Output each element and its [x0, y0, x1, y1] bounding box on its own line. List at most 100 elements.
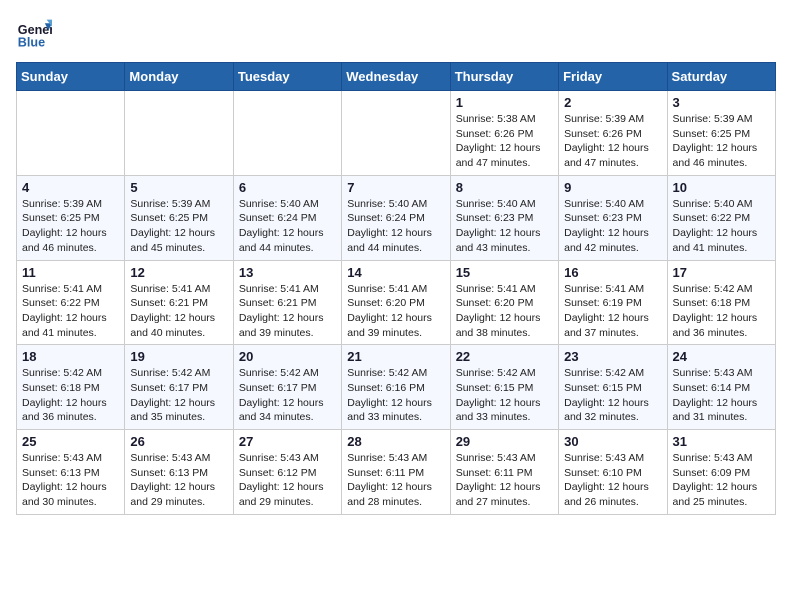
weekday-header-cell: Saturday	[667, 63, 775, 91]
calendar-cell: 9Sunrise: 5:40 AM Sunset: 6:23 PM Daylig…	[559, 175, 667, 260]
day-number: 21	[347, 349, 444, 364]
day-info: Sunrise: 5:42 AM Sunset: 6:15 PM Dayligh…	[456, 366, 553, 425]
day-number: 27	[239, 434, 336, 449]
calendar-cell: 18Sunrise: 5:42 AM Sunset: 6:18 PM Dayli…	[17, 345, 125, 430]
day-number: 31	[673, 434, 770, 449]
day-info: Sunrise: 5:40 AM Sunset: 6:24 PM Dayligh…	[239, 197, 336, 256]
calendar-cell: 5Sunrise: 5:39 AM Sunset: 6:25 PM Daylig…	[125, 175, 233, 260]
calendar-cell: 1 Sunrise: 5:38 AM Sunset: 6:26 PM Daylig…	[450, 91, 558, 176]
weekday-header-cell: Monday	[125, 63, 233, 91]
calendar-cell: 12 Sunrise: 5:41 AM Sunset: 6:21 PM Dayli…	[125, 260, 233, 345]
weekday-header-cell: Wednesday	[342, 63, 450, 91]
day-number: 6	[239, 180, 336, 195]
logo-icon: General Blue	[16, 16, 52, 52]
calendar-cell: 27 Sunrise: 5:43 AM Sunset: 6:12 PM Dayli…	[233, 430, 341, 515]
day-number: 13	[239, 265, 336, 280]
day-info: Sunrise: 5:42 AM Sunset: 6:17 PM Dayligh…	[239, 366, 336, 425]
day-number: 19	[130, 349, 227, 364]
day-info: Sunrise: 5:42 AM Sunset: 6:18 PM Dayligh…	[673, 282, 770, 341]
calendar-cell: 11Sunrise: 5:41 AM Sunset: 6:22 PM Dayli…	[17, 260, 125, 345]
calendar-cell: 2 Sunrise: 5:39 AM Sunset: 6:26 PM Daylig…	[559, 91, 667, 176]
calendar-cell: 28 Sunrise: 5:43 AM Sunset: 6:11 PM Dayli…	[342, 430, 450, 515]
calendar-cell: 26Sunrise: 5:43 AM Sunset: 6:13 PM Dayli…	[125, 430, 233, 515]
day-info: Sunrise: 5:42 AM Sunset: 6:15 PM Dayligh…	[564, 366, 661, 425]
calendar-cell: 21 Sunrise: 5:42 AM Sunset: 6:16 PM Dayli…	[342, 345, 450, 430]
calendar-table: SundayMondayTuesdayWednesdayThursdayFrid…	[16, 62, 776, 515]
calendar-cell: 17 Sunrise: 5:42 AM Sunset: 6:18 PM Dayli…	[667, 260, 775, 345]
day-info: Sunrise: 5:41 AM Sunset: 6:21 PM Dayligh…	[130, 282, 227, 341]
svg-text:Blue: Blue	[18, 36, 45, 50]
day-number: 25	[22, 434, 119, 449]
weekday-header-cell: Friday	[559, 63, 667, 91]
day-info: Sunrise: 5:42 AM Sunset: 6:16 PM Dayligh…	[347, 366, 444, 425]
day-number: 17	[673, 265, 770, 280]
calendar-cell: 8 Sunrise: 5:40 AM Sunset: 6:23 PM Daylig…	[450, 175, 558, 260]
day-number: 2	[564, 95, 661, 110]
calendar-cell: 16Sunrise: 5:41 AM Sunset: 6:19 PM Dayli…	[559, 260, 667, 345]
calendar-cell: 7 Sunrise: 5:40 AM Sunset: 6:24 PM Daylig…	[342, 175, 450, 260]
day-number: 7	[347, 180, 444, 195]
day-number: 14	[347, 265, 444, 280]
day-number: 12	[130, 265, 227, 280]
day-info: Sunrise: 5:42 AM Sunset: 6:17 PM Dayligh…	[130, 366, 227, 425]
day-info: Sunrise: 5:43 AM Sunset: 6:11 PM Dayligh…	[347, 451, 444, 510]
calendar-cell: 3Sunrise: 5:39 AM Sunset: 6:25 PM Daylig…	[667, 91, 775, 176]
calendar-cell	[125, 91, 233, 176]
calendar-week-row: 11Sunrise: 5:41 AM Sunset: 6:22 PM Dayli…	[17, 260, 776, 345]
calendar-week-row: 25 Sunrise: 5:43 AM Sunset: 6:13 PM Dayli…	[17, 430, 776, 515]
calendar-cell: 24 Sunrise: 5:43 AM Sunset: 6:14 PM Dayli…	[667, 345, 775, 430]
day-info: Sunrise: 5:41 AM Sunset: 6:20 PM Dayligh…	[347, 282, 444, 341]
calendar-cell: 30 Sunrise: 5:43 AM Sunset: 6:10 PM Dayli…	[559, 430, 667, 515]
calendar-cell: 4 Sunrise: 5:39 AM Sunset: 6:25 PM Daylig…	[17, 175, 125, 260]
weekday-header: SundayMondayTuesdayWednesdayThursdayFrid…	[17, 63, 776, 91]
day-info: Sunrise: 5:40 AM Sunset: 6:24 PM Dayligh…	[347, 197, 444, 256]
day-info: Sunrise: 5:43 AM Sunset: 6:11 PM Dayligh…	[456, 451, 553, 510]
header: General Blue	[16, 16, 776, 52]
calendar-week-row: 18Sunrise: 5:42 AM Sunset: 6:18 PM Dayli…	[17, 345, 776, 430]
day-number: 10	[673, 180, 770, 195]
calendar-cell: 19 Sunrise: 5:42 AM Sunset: 6:17 PM Dayli…	[125, 345, 233, 430]
calendar-cell: 22Sunrise: 5:42 AM Sunset: 6:15 PM Dayli…	[450, 345, 558, 430]
day-number: 15	[456, 265, 553, 280]
day-info: Sunrise: 5:39 AM Sunset: 6:25 PM Dayligh…	[22, 197, 119, 256]
day-number: 4	[22, 180, 119, 195]
calendar-cell	[233, 91, 341, 176]
day-number: 30	[564, 434, 661, 449]
calendar-cell: 20 Sunrise: 5:42 AM Sunset: 6:17 PM Dayli…	[233, 345, 341, 430]
day-number: 24	[673, 349, 770, 364]
day-number: 3	[673, 95, 770, 110]
day-number: 29	[456, 434, 553, 449]
weekday-header-cell: Sunday	[17, 63, 125, 91]
day-info: Sunrise: 5:41 AM Sunset: 6:20 PM Dayligh…	[456, 282, 553, 341]
calendar-cell: 6 Sunrise: 5:40 AM Sunset: 6:24 PM Daylig…	[233, 175, 341, 260]
day-info: Sunrise: 5:40 AM Sunset: 6:23 PM Dayligh…	[456, 197, 553, 256]
day-number: 18	[22, 349, 119, 364]
logo: General Blue	[16, 16, 52, 52]
day-number: 23	[564, 349, 661, 364]
day-number: 5	[130, 180, 227, 195]
day-info: Sunrise: 5:43 AM Sunset: 6:10 PM Dayligh…	[564, 451, 661, 510]
day-info: Sunrise: 5:38 AM Sunset: 6:26 PM Dayligh…	[456, 112, 553, 171]
calendar-cell: 10 Sunrise: 5:40 AM Sunset: 6:22 PM Dayli…	[667, 175, 775, 260]
day-number: 28	[347, 434, 444, 449]
calendar-week-row: 4 Sunrise: 5:39 AM Sunset: 6:25 PM Daylig…	[17, 175, 776, 260]
day-info: Sunrise: 5:43 AM Sunset: 6:14 PM Dayligh…	[673, 366, 770, 425]
day-info: Sunrise: 5:43 AM Sunset: 6:13 PM Dayligh…	[22, 451, 119, 510]
day-info: Sunrise: 5:41 AM Sunset: 6:21 PM Dayligh…	[239, 282, 336, 341]
calendar-cell: 25 Sunrise: 5:43 AM Sunset: 6:13 PM Dayli…	[17, 430, 125, 515]
day-info: Sunrise: 5:40 AM Sunset: 6:22 PM Dayligh…	[673, 197, 770, 256]
calendar-cell	[17, 91, 125, 176]
calendar-week-row: 1 Sunrise: 5:38 AM Sunset: 6:26 PM Daylig…	[17, 91, 776, 176]
calendar-cell: 14 Sunrise: 5:41 AM Sunset: 6:20 PM Dayli…	[342, 260, 450, 345]
day-number: 8	[456, 180, 553, 195]
calendar-cell	[342, 91, 450, 176]
day-number: 1	[456, 95, 553, 110]
day-info: Sunrise: 5:41 AM Sunset: 6:22 PM Dayligh…	[22, 282, 119, 341]
day-number: 20	[239, 349, 336, 364]
day-info: Sunrise: 5:43 AM Sunset: 6:12 PM Dayligh…	[239, 451, 336, 510]
calendar-cell: 13 Sunrise: 5:41 AM Sunset: 6:21 PM Dayli…	[233, 260, 341, 345]
day-number: 16	[564, 265, 661, 280]
day-info: Sunrise: 5:43 AM Sunset: 6:09 PM Dayligh…	[673, 451, 770, 510]
day-info: Sunrise: 5:40 AM Sunset: 6:23 PM Dayligh…	[564, 197, 661, 256]
day-info: Sunrise: 5:39 AM Sunset: 6:26 PM Dayligh…	[564, 112, 661, 171]
